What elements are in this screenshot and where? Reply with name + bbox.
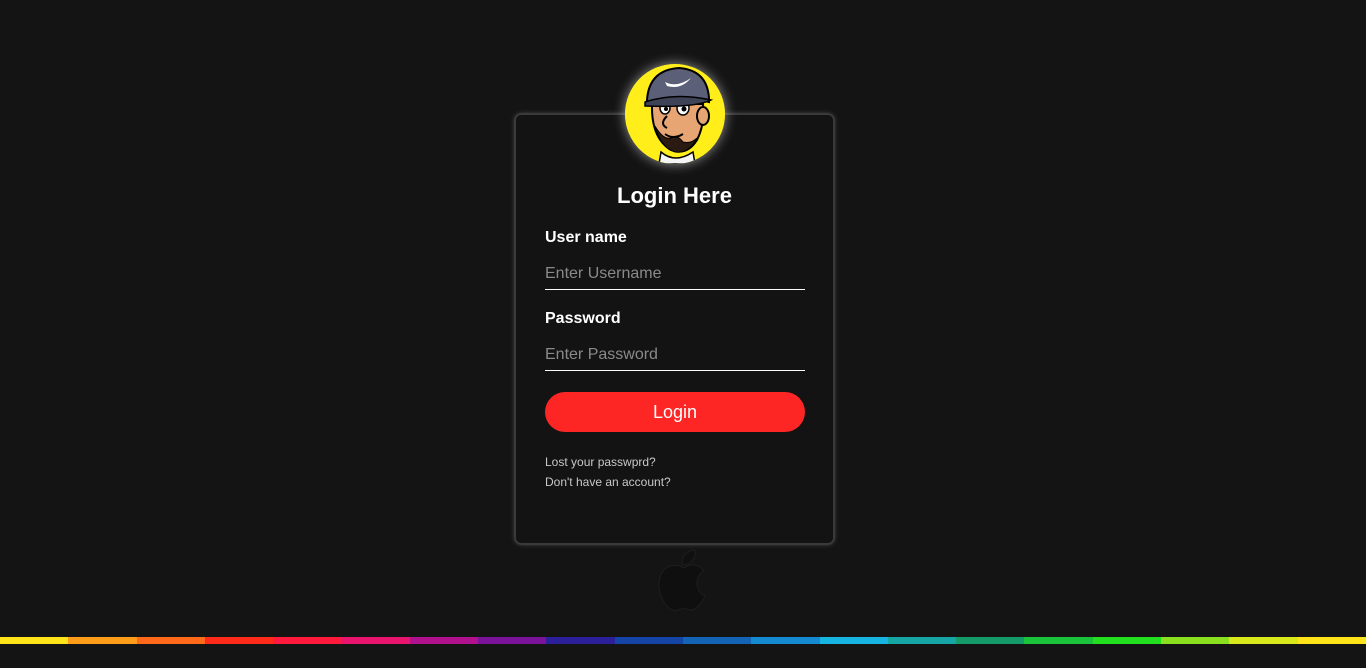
rainbow-segment	[1229, 637, 1298, 644]
rainbow-segment	[1092, 637, 1162, 644]
rainbow-segment	[1297, 637, 1366, 644]
rainbow-segment	[273, 637, 342, 644]
cartoon-man-avatar-icon	[625, 64, 725, 164]
rainbow-segment	[409, 637, 479, 644]
lost-password-link[interactable]: Lost your passwprd?	[545, 455, 656, 469]
avatar	[625, 64, 725, 164]
page-title: Login Here	[617, 183, 732, 208]
apple-logo-icon	[658, 549, 706, 612]
rainbow-segment	[546, 637, 615, 644]
rainbow-segment	[1161, 637, 1230, 644]
rainbow-segment	[1024, 637, 1093, 644]
username-label: User name	[545, 229, 627, 246]
rainbow-segment	[204, 637, 274, 644]
username-input[interactable]	[545, 258, 805, 290]
password-input[interactable]	[545, 339, 805, 371]
rainbow-segment	[956, 637, 1025, 644]
password-label: Password	[545, 310, 621, 327]
rainbow-segment	[341, 637, 410, 644]
rainbow-segment	[614, 637, 683, 644]
login-button[interactable]: Login	[545, 392, 805, 432]
rainbow-segment	[751, 637, 820, 644]
bottom-bar	[0, 644, 1366, 668]
signup-link[interactable]: Don't have an account?	[545, 475, 671, 489]
login-page: Login Here User name Password Login Lost…	[0, 0, 1366, 668]
rainbow-segment	[819, 637, 888, 644]
rainbow-segment	[0, 637, 69, 644]
rainbow-segment	[68, 637, 137, 644]
rainbow-segment	[887, 637, 957, 644]
rainbow-strip	[0, 637, 1366, 644]
rainbow-segment	[478, 637, 547, 644]
rainbow-segment	[682, 637, 752, 644]
rainbow-segment	[136, 637, 205, 644]
